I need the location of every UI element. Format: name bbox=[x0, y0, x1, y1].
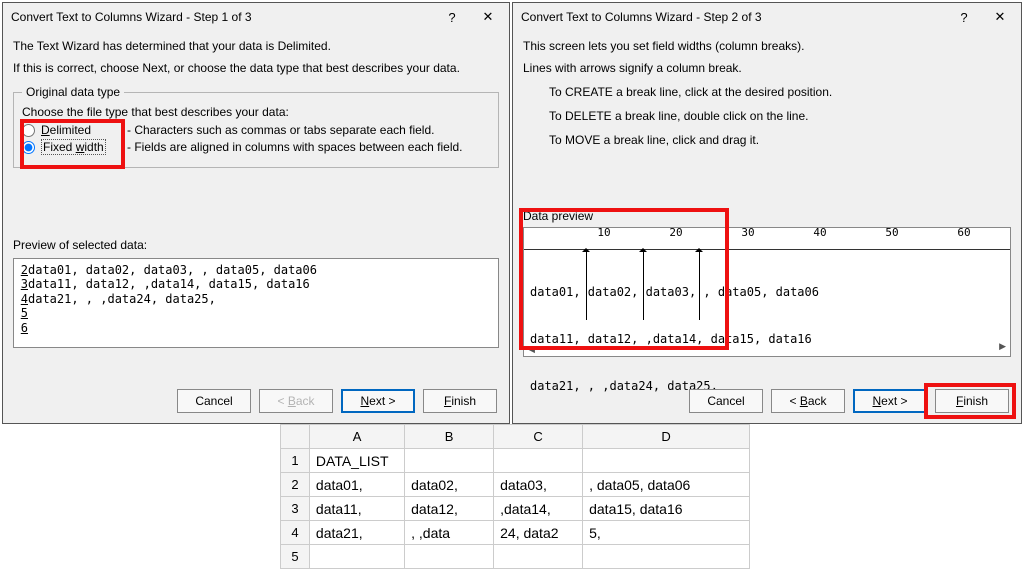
help-button[interactable]: ? bbox=[947, 5, 981, 29]
horizontal-scrollbar[interactable]: ◀ ▶ bbox=[528, 341, 1006, 353]
titlebar: Convert Text to Columns Wizard - Step 1 … bbox=[3, 3, 509, 31]
radio-fixed-width[interactable] bbox=[22, 141, 35, 154]
row-num: 3 bbox=[18, 277, 28, 291]
close-button[interactable]: ✕ bbox=[471, 5, 505, 29]
cell[interactable]: , ,data bbox=[405, 521, 494, 545]
cell[interactable]: 5, bbox=[583, 521, 750, 545]
col-header[interactable]: D bbox=[583, 425, 750, 449]
back-button[interactable]: < Back bbox=[771, 389, 845, 413]
cell[interactable]: data15, data16 bbox=[583, 497, 750, 521]
cell[interactable] bbox=[405, 449, 494, 473]
radio-delimited-label: Delimited bbox=[41, 123, 127, 137]
help-button[interactable]: ? bbox=[435, 5, 469, 29]
break-line[interactable] bbox=[586, 250, 587, 320]
cell[interactable]: DATA_LIST bbox=[309, 449, 404, 473]
next-button[interactable]: Next > bbox=[341, 389, 415, 413]
row-header[interactable]: 1 bbox=[281, 449, 310, 473]
cell[interactable]: , data05, data06 bbox=[583, 473, 750, 497]
row-header[interactable]: 2 bbox=[281, 473, 310, 497]
row-num: 4 bbox=[18, 292, 28, 306]
radio-delimited-desc: - Characters such as commas or tabs sepa… bbox=[127, 123, 434, 137]
radio-delimited[interactable] bbox=[22, 124, 35, 137]
ruler[interactable]: 10 20 30 40 50 60 bbox=[524, 228, 1010, 250]
choose-label: Choose the file type that best describes… bbox=[22, 105, 490, 119]
tick-label: 50 bbox=[885, 226, 898, 239]
cell[interactable]: data11, bbox=[309, 497, 404, 521]
cell[interactable] bbox=[583, 545, 750, 569]
dialog-title: Convert Text to Columns Wizard - Step 1 … bbox=[11, 10, 435, 24]
tick-label: 40 bbox=[813, 226, 826, 239]
titlebar: Convert Text to Columns Wizard - Step 2 … bbox=[513, 3, 1021, 31]
cell[interactable] bbox=[583, 449, 750, 473]
row-header[interactable]: 3 bbox=[281, 497, 310, 521]
cell[interactable]: ,data14, bbox=[494, 497, 583, 521]
col-header[interactable]: A bbox=[309, 425, 404, 449]
row-text: data21, , ,data24, data25, bbox=[28, 292, 216, 306]
cell[interactable] bbox=[405, 545, 494, 569]
info-line-1: The Text Wizard has determined that your… bbox=[13, 37, 499, 55]
instr-move: To MOVE a break line, click and drag it. bbox=[549, 131, 1011, 149]
col-header[interactable]: C bbox=[494, 425, 583, 449]
dialog-title: Convert Text to Columns Wizard - Step 2 … bbox=[521, 10, 947, 24]
wizard-step1: Convert Text to Columns Wizard - Step 1 … bbox=[2, 2, 510, 424]
cancel-button[interactable]: Cancel bbox=[177, 389, 251, 413]
break-line[interactable] bbox=[699, 250, 700, 320]
tick-label: 60 bbox=[957, 226, 970, 239]
original-data-type-group: Original data type Choose the file type … bbox=[13, 85, 499, 168]
wizard-step2: Convert Text to Columns Wizard - Step 2 … bbox=[512, 2, 1022, 424]
cell[interactable]: data21, bbox=[309, 521, 404, 545]
back-button: < Back bbox=[259, 389, 333, 413]
row-text: data11, data12, ,data14, data15, data16 bbox=[28, 277, 310, 291]
cell[interactable] bbox=[309, 545, 404, 569]
cell[interactable]: data01, bbox=[309, 473, 404, 497]
data-row: data01, data02, data03, , data05, data06 bbox=[530, 285, 1004, 301]
preview-box: 2data01, data02, data03, , data05, data0… bbox=[13, 258, 499, 348]
close-button[interactable]: ✕ bbox=[983, 5, 1017, 29]
cell[interactable]: data12, bbox=[405, 497, 494, 521]
break-line[interactable] bbox=[643, 250, 644, 320]
radio-fixed-desc: - Fields are aligned in columns with spa… bbox=[127, 140, 463, 154]
row-num: 6 bbox=[18, 321, 28, 335]
tick-label: 10 bbox=[597, 226, 610, 239]
cell[interactable]: data02, bbox=[405, 473, 494, 497]
info-line-2: Lines with arrows signify a column break… bbox=[523, 59, 1011, 77]
row-num: 5 bbox=[18, 306, 28, 320]
group-legend: Original data type bbox=[22, 85, 124, 99]
data-preview-box[interactable]: 10 20 30 40 50 60 data01, data02, data03… bbox=[523, 227, 1011, 357]
preview-label: Preview of selected data: bbox=[13, 238, 499, 252]
radio-fixed-label: Fixed width bbox=[41, 140, 127, 154]
row-header[interactable]: 5 bbox=[281, 545, 310, 569]
cell[interactable] bbox=[494, 545, 583, 569]
data-preview-label: Data preview bbox=[523, 209, 1011, 223]
spreadsheet: A B C D 1 DATA_LIST 2 data01, data02, da… bbox=[280, 424, 750, 569]
scroll-left-icon[interactable]: ◀ bbox=[528, 344, 535, 355]
info-line-2: If this is correct, choose Next, or choo… bbox=[13, 59, 499, 77]
cell[interactable]: data03, bbox=[494, 473, 583, 497]
cancel-button[interactable]: Cancel bbox=[689, 389, 763, 413]
info-line-1: This screen lets you set field widths (c… bbox=[523, 37, 1011, 55]
finish-button[interactable]: Finish bbox=[935, 389, 1009, 413]
corner-cell[interactable] bbox=[281, 425, 310, 449]
row-num: 2 bbox=[18, 263, 28, 277]
row-text: data01, data02, data03, , data05, data06 bbox=[28, 263, 317, 277]
instr-delete: To DELETE a break line, double click on … bbox=[549, 107, 1011, 125]
tick-label: 30 bbox=[741, 226, 754, 239]
scroll-right-icon[interactable]: ▶ bbox=[999, 341, 1006, 352]
cell[interactable]: 24, data2 bbox=[494, 521, 583, 545]
tick-label: 20 bbox=[669, 226, 682, 239]
instr-create: To CREATE a break line, click at the des… bbox=[549, 83, 1011, 101]
finish-button[interactable]: Finish bbox=[423, 389, 497, 413]
col-header[interactable]: B bbox=[405, 425, 494, 449]
next-button[interactable]: Next > bbox=[853, 389, 927, 413]
row-header[interactable]: 4 bbox=[281, 521, 310, 545]
cell[interactable] bbox=[494, 449, 583, 473]
